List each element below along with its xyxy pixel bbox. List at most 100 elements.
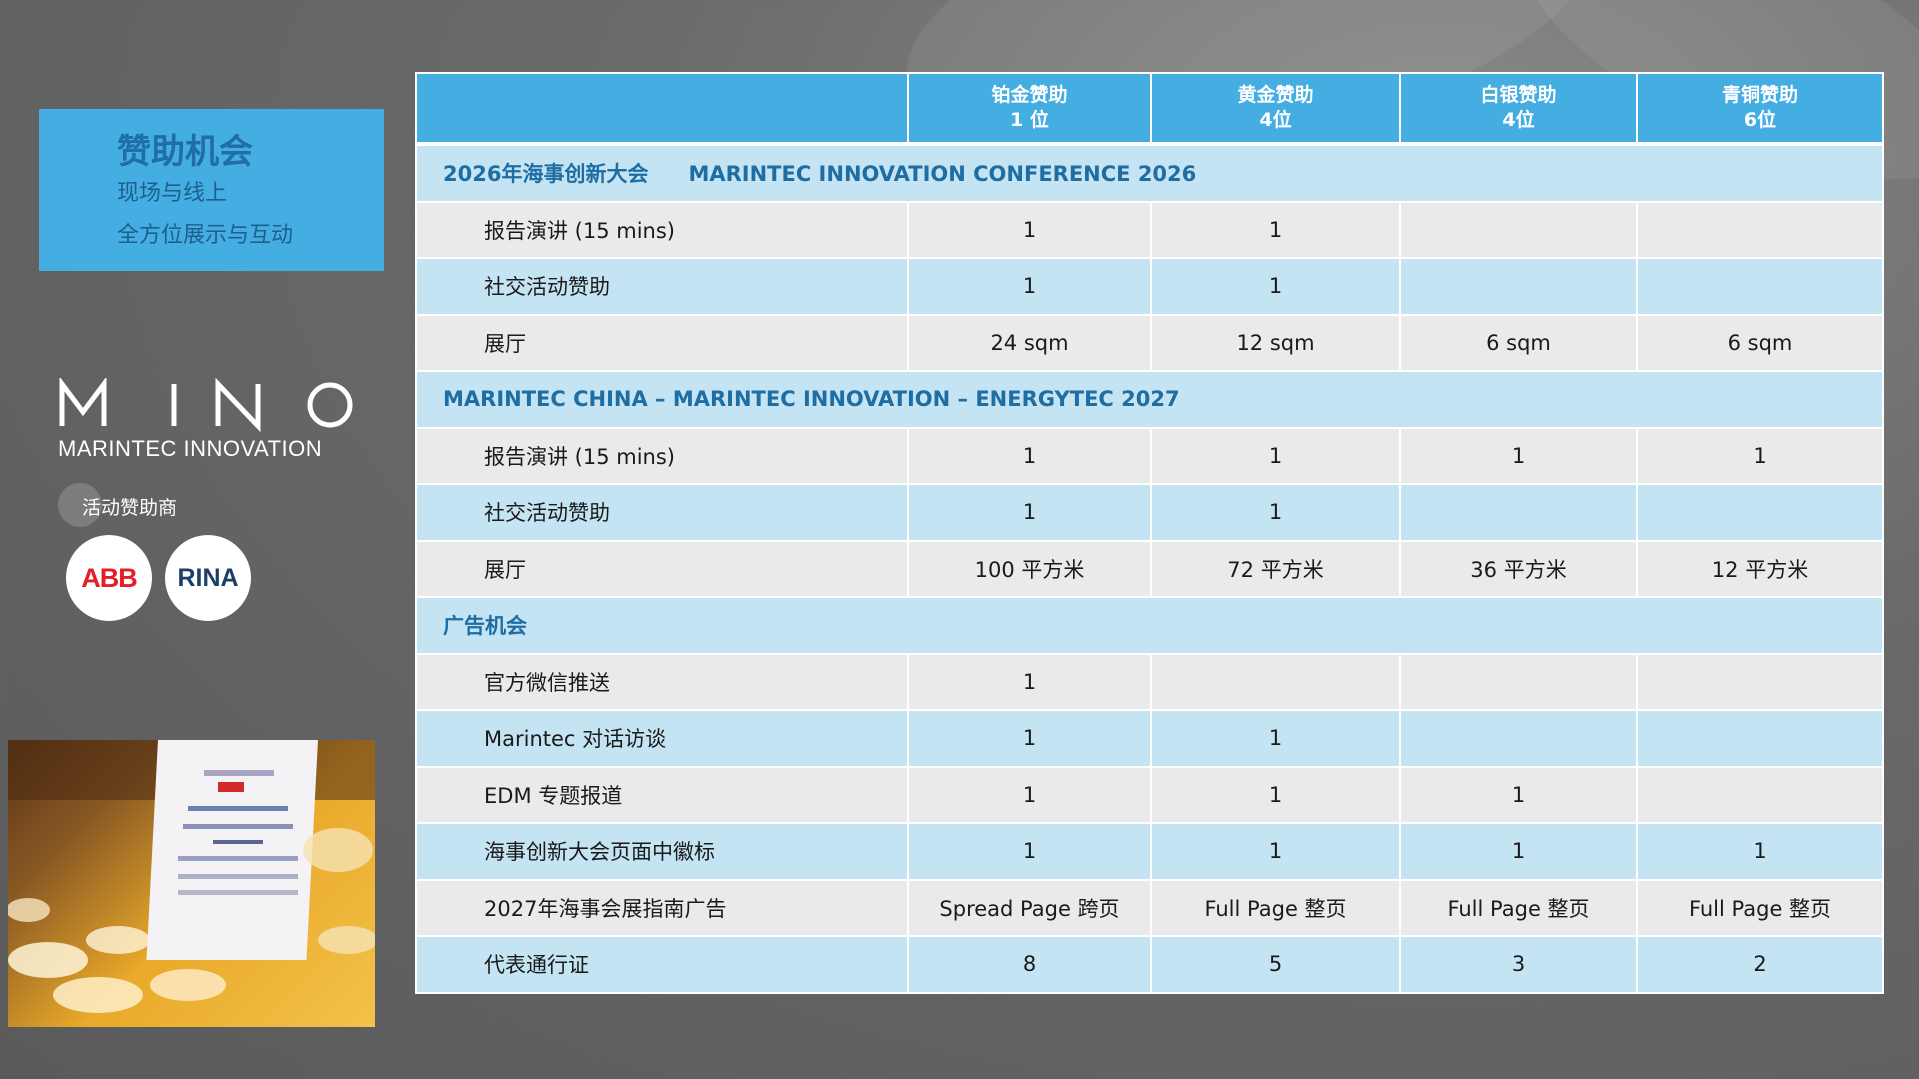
table-row: EDM 专题报道 1 1 1 bbox=[415, 765, 1884, 824]
cell-value bbox=[1636, 483, 1884, 542]
cell-value: 1 bbox=[1399, 822, 1638, 881]
cell-value bbox=[1636, 709, 1884, 768]
cell-value: 1 bbox=[907, 426, 1152, 485]
cell-value: 1 bbox=[907, 652, 1152, 711]
cell-value: 6 sqm bbox=[1636, 313, 1884, 372]
cell-value: 1 bbox=[1636, 426, 1884, 485]
section-header-row: MARINTEC CHINA – MARINTEC INNOVATION – E… bbox=[415, 370, 1884, 429]
row-label: EDM 专题报道 bbox=[415, 765, 909, 824]
cell-value: 1 bbox=[1150, 709, 1401, 768]
cell-value: Spread Page 跨页 bbox=[907, 878, 1152, 937]
table-row: 报告演讲 (15 mins) 1 1 1 1 bbox=[415, 426, 1884, 485]
table-row: 官方微信推送 1 bbox=[415, 652, 1884, 711]
section-title: 广告机会 bbox=[415, 596, 1884, 655]
cell-value bbox=[1399, 483, 1638, 542]
cell-value: 1 bbox=[907, 257, 1152, 316]
cell-value bbox=[1399, 709, 1638, 768]
row-label: 代表通行证 bbox=[415, 935, 909, 994]
abb-logo-text: ABB bbox=[81, 562, 137, 593]
cell-value: 1 bbox=[1150, 257, 1401, 316]
table-body: 2026年海事创新大会 MARINTEC INNOVATION CONFERENC… bbox=[415, 143, 1884, 994]
header-platinum: 铂金赞助 1 位 bbox=[907, 72, 1152, 145]
cell-value: 1 bbox=[1150, 200, 1401, 259]
cell-value bbox=[1399, 652, 1638, 711]
table-row: 海事创新大会页面中徽标 1 1 1 1 bbox=[415, 822, 1884, 881]
cell-value: 12 sqm bbox=[1150, 313, 1401, 372]
header-silver-count: 4位 bbox=[1502, 109, 1535, 131]
cell-value: 1 bbox=[907, 483, 1152, 542]
header-bronze-name: 青铜赞助 bbox=[1721, 84, 1798, 106]
cell-value: 1 bbox=[907, 765, 1152, 824]
table-row: Marintec 对话访谈 1 1 bbox=[415, 709, 1884, 768]
cell-value: 24 sqm bbox=[907, 313, 1152, 372]
cell-value: Full Page 整页 bbox=[1399, 878, 1638, 937]
row-label: 报告演讲 (15 mins) bbox=[415, 426, 909, 485]
section-header-row: 2026年海事创新大会 MARINTEC INNOVATION CONFERENC… bbox=[415, 143, 1884, 203]
header-platinum-count: 1 位 bbox=[1010, 109, 1049, 131]
abb-logo: ABB bbox=[66, 535, 152, 621]
cell-value bbox=[1636, 257, 1884, 316]
cell-value: 1 bbox=[1150, 822, 1401, 881]
row-label: 2027年海事会展指南广告 bbox=[415, 878, 909, 937]
cell-value: 1 bbox=[907, 709, 1152, 768]
cell-value: 1 bbox=[1399, 765, 1638, 824]
header-bronze: 青铜赞助 6位 bbox=[1636, 72, 1884, 145]
cell-value bbox=[1399, 257, 1638, 316]
cell-value: 1 bbox=[1150, 765, 1401, 824]
header-gold-name: 黄金赞助 bbox=[1237, 84, 1314, 106]
header-gold-count: 4位 bbox=[1259, 109, 1292, 131]
header-empty bbox=[415, 72, 909, 145]
cell-value: 3 bbox=[1399, 935, 1638, 994]
row-label: 社交活动赞助 bbox=[415, 483, 909, 542]
header-silver: 白银赞助 4位 bbox=[1399, 72, 1638, 145]
cell-value bbox=[1636, 200, 1884, 259]
cell-value: 12 平方米 bbox=[1636, 539, 1884, 598]
sponsorship-table: 铂金赞助 1 位 黄金赞助 4位 白银赞助 4位 青铜赞助 6位 2026年海事创新大会… bbox=[415, 72, 1884, 994]
sponsor-label: 活动赞助商 bbox=[82, 497, 178, 519]
cell-value: 1 bbox=[1150, 426, 1401, 485]
table-row: 社交活动赞助 1 1 bbox=[415, 483, 1884, 542]
cell-value: 1 bbox=[1399, 426, 1638, 485]
section-title-en: MARINTEC INNOVATION CONFERENCE 2026 bbox=[688, 162, 1197, 187]
table-row: 展厅 24 sqm 12 sqm 6 sqm 6 sqm bbox=[415, 313, 1884, 372]
cell-value: Full Page 整页 bbox=[1636, 878, 1884, 937]
row-label: 海事创新大会页面中徽标 bbox=[415, 822, 909, 881]
cell-value: 1 bbox=[1636, 822, 1884, 881]
cell-value: Full Page 整页 bbox=[1150, 878, 1401, 937]
cell-value bbox=[1399, 200, 1638, 259]
page-title: 赞助机会 bbox=[117, 132, 253, 172]
cell-value bbox=[1636, 765, 1884, 824]
table-row: 代表通行证 8 5 3 2 bbox=[415, 935, 1884, 994]
event-photo-illustration bbox=[8, 740, 375, 1013]
section-title: 2026年海事创新大会 MARINTEC INNOVATION CONFERENC… bbox=[415, 143, 1884, 203]
row-label: 官方微信推送 bbox=[415, 652, 909, 711]
event-photo bbox=[8, 740, 375, 1027]
section-title-cn: 广告机会 bbox=[443, 614, 527, 639]
section-title-en: MARINTEC CHINA – MARINTEC INNOVATION – E… bbox=[443, 387, 1180, 412]
cell-value bbox=[1636, 652, 1884, 711]
row-label: Marintec 对话访谈 bbox=[415, 709, 909, 768]
sponsor-label-wrap: 活动赞助商 bbox=[58, 483, 177, 527]
cell-value: 36 平方米 bbox=[1399, 539, 1638, 598]
row-label: 报告演讲 (15 mins) bbox=[415, 200, 909, 259]
cell-value: 1 bbox=[907, 200, 1152, 259]
header-silver-name: 白银赞助 bbox=[1480, 84, 1557, 106]
rina-logo-text: RINA bbox=[177, 563, 239, 592]
cell-value: 1 bbox=[1150, 483, 1401, 542]
table-row: 社交活动赞助 1 1 bbox=[415, 257, 1884, 316]
table-header-row: 铂金赞助 1 位 黄金赞助 4位 白银赞助 4位 青铜赞助 6位 bbox=[415, 72, 1884, 145]
brand-subtitle: MARINTEC INNOVATION bbox=[58, 436, 323, 461]
cell-value: 8 bbox=[907, 935, 1152, 994]
section-title-cn: 2026年海事创新大会 bbox=[443, 162, 649, 187]
row-label: 展厅 bbox=[415, 539, 909, 598]
rina-logo: RINA bbox=[165, 535, 251, 621]
cell-value bbox=[1150, 652, 1401, 711]
table-row: 展厅 100 平方米 72 平方米 36 平方米 12 平方米 bbox=[415, 539, 1884, 598]
table-row: 2027年海事会展指南广告 Spread Page 跨页 Full Page 整页 F… bbox=[415, 878, 1884, 937]
cell-value: 1 bbox=[907, 822, 1152, 881]
page-subtitle-2: 全方位展示与互动 bbox=[117, 223, 294, 248]
header-platinum-name: 铂金赞助 bbox=[991, 84, 1068, 106]
cell-value: 6 sqm bbox=[1399, 313, 1638, 372]
section-title: MARINTEC CHINA – MARINTEC INNOVATION – E… bbox=[415, 370, 1884, 429]
cell-value: 2 bbox=[1636, 935, 1884, 994]
